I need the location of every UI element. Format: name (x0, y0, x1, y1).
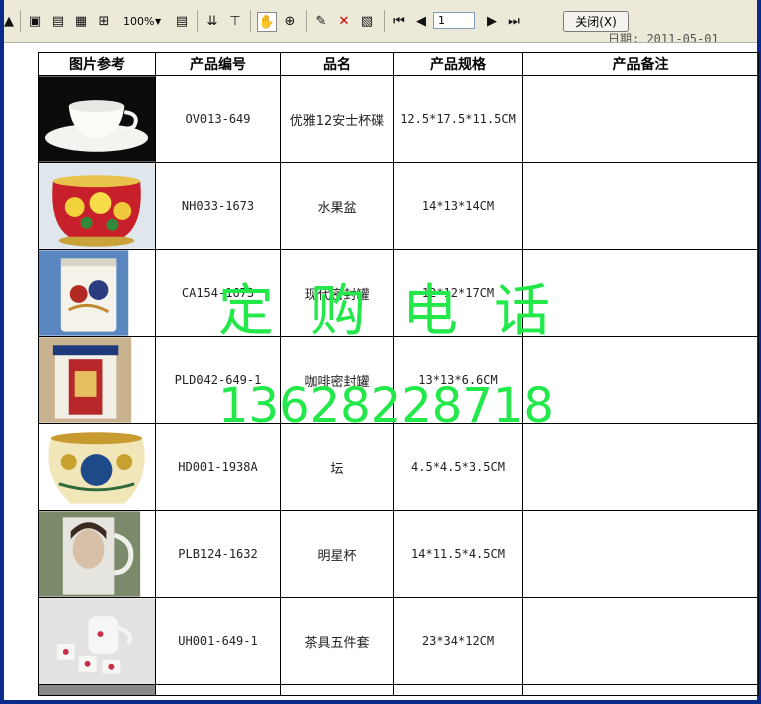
grid-view-icon[interactable]: ⊞ (95, 12, 113, 30)
product-code: UH001-649-1 (155, 597, 281, 685)
table-row: HD001-1938A 坛 4.5*4.5*3.5CM (38, 423, 759, 511)
last-page-icon[interactable]: ⏭ (505, 12, 523, 30)
product-code: HD001-1938A (155, 423, 281, 511)
table-row: PLB124-1632 明星杯 14*11.5*4.5CM (38, 510, 759, 598)
product-image-cell (38, 249, 156, 337)
product-image-fruit-bowl (39, 163, 155, 249)
product-spec: 12.5*17.5*11.5CM (393, 75, 523, 163)
single-page-icon[interactable]: ▣ (26, 12, 44, 30)
product-image-cell (38, 684, 156, 696)
table-row: UH001-649-1 茶具五件套 23*34*12CM (38, 597, 759, 685)
window-frame-bottom (0, 700, 761, 704)
table-header-row: 图片参考 产品编号 品名 产品规格 产品备注 (38, 52, 759, 76)
insert-icon[interactable]: ✎ (312, 12, 330, 30)
product-table: 图片参考 产品编号 品名 产品规格 产品备注 OV013-649 优雅12安士杯… (38, 52, 759, 696)
product-note (522, 684, 759, 696)
multi-page-icon[interactable]: ▦ (72, 12, 90, 30)
product-note (522, 336, 759, 424)
product-image-cell (38, 162, 156, 250)
table-row-partial (38, 684, 759, 696)
product-spec: 23*34*12CM (393, 597, 523, 685)
hand-icon[interactable]: ✋ (257, 12, 277, 32)
header-note: 产品备注 (522, 52, 759, 76)
product-name: 水果盆 (280, 162, 394, 250)
layout-icon[interactable]: ▤ (173, 12, 191, 30)
product-spec: 4.5*4.5*3.5CM (393, 423, 523, 511)
close-button[interactable]: 关闭(X) (563, 11, 629, 32)
product-image-tea-set (39, 598, 155, 684)
toolbar-separator (250, 10, 251, 32)
setup-icon[interactable]: ▧ (358, 12, 376, 30)
toolbar-separator (20, 10, 21, 32)
product-name (280, 684, 394, 696)
tree-icon[interactable]: ⊤ (226, 12, 244, 30)
window-frame-left (0, 0, 4, 704)
toolbar-separator (306, 10, 307, 32)
product-note (522, 423, 759, 511)
zoom-value: 100% (123, 14, 155, 28)
page-number-input[interactable]: 1 (433, 12, 475, 29)
product-spec: 14*13*14CM (393, 162, 523, 250)
product-code: OV013-649 (155, 75, 281, 163)
watermark-order-phone-label: 定购电话 (218, 279, 586, 344)
product-image-cell (38, 75, 156, 163)
toolbar-separator (384, 10, 385, 32)
delete-icon[interactable]: ✕ (335, 12, 353, 30)
watermark-phone-number: 13628228718 (218, 378, 554, 434)
product-image-storage-jar (39, 250, 155, 336)
prev-page-icon[interactable]: ◀ (412, 12, 430, 30)
product-note (522, 510, 759, 598)
product-code: NH033-1673 (155, 162, 281, 250)
product-image-star-mug (39, 511, 155, 597)
product-image-cell (38, 510, 156, 598)
header-image: 图片参考 (38, 52, 156, 76)
report-date: 日期: 2011-05-01 (608, 32, 719, 42)
zoom-select[interactable]: 100% ▼ (119, 12, 167, 30)
product-note (522, 597, 759, 685)
product-image-cell (38, 423, 156, 511)
chevron-down-icon: ▼ (155, 16, 162, 26)
facing-pages-icon[interactable]: ▤ (49, 12, 67, 30)
product-name: 明星杯 (280, 510, 394, 598)
header-spec: 产品规格 (393, 52, 523, 76)
next-page-icon[interactable]: ▶ (483, 12, 501, 30)
product-image-cell (38, 597, 156, 685)
product-spec: 14*11.5*4.5CM (393, 510, 523, 598)
print-icon[interactable]: ▲ (0, 12, 18, 30)
product-spec (393, 684, 523, 696)
table-row: NH033-1673 水果盆 14*13*14CM (38, 162, 759, 250)
product-name: 坛 (280, 423, 394, 511)
product-image-coffee-jar (39, 337, 155, 423)
header-code: 产品编号 (155, 52, 281, 76)
export-icon[interactable]: ⇊ (203, 12, 221, 30)
product-name: 茶具五件套 (280, 597, 394, 685)
product-image-cell (38, 336, 156, 424)
product-image-cup-saucer (39, 76, 155, 162)
zoom-in-icon[interactable]: ⊕ (281, 12, 299, 30)
product-image-urn (39, 424, 155, 510)
header-name: 品名 (280, 52, 394, 76)
product-code: PLB124-1632 (155, 510, 281, 598)
product-note (522, 75, 759, 163)
table-row: OV013-649 优雅12安士杯碟 12.5*17.5*11.5CM (38, 75, 759, 163)
product-note (522, 162, 759, 250)
product-code (155, 684, 281, 696)
first-page-icon[interactable]: ⏮ (390, 12, 408, 30)
toolbar-separator (197, 10, 198, 32)
product-name: 优雅12安士杯碟 (280, 75, 394, 163)
